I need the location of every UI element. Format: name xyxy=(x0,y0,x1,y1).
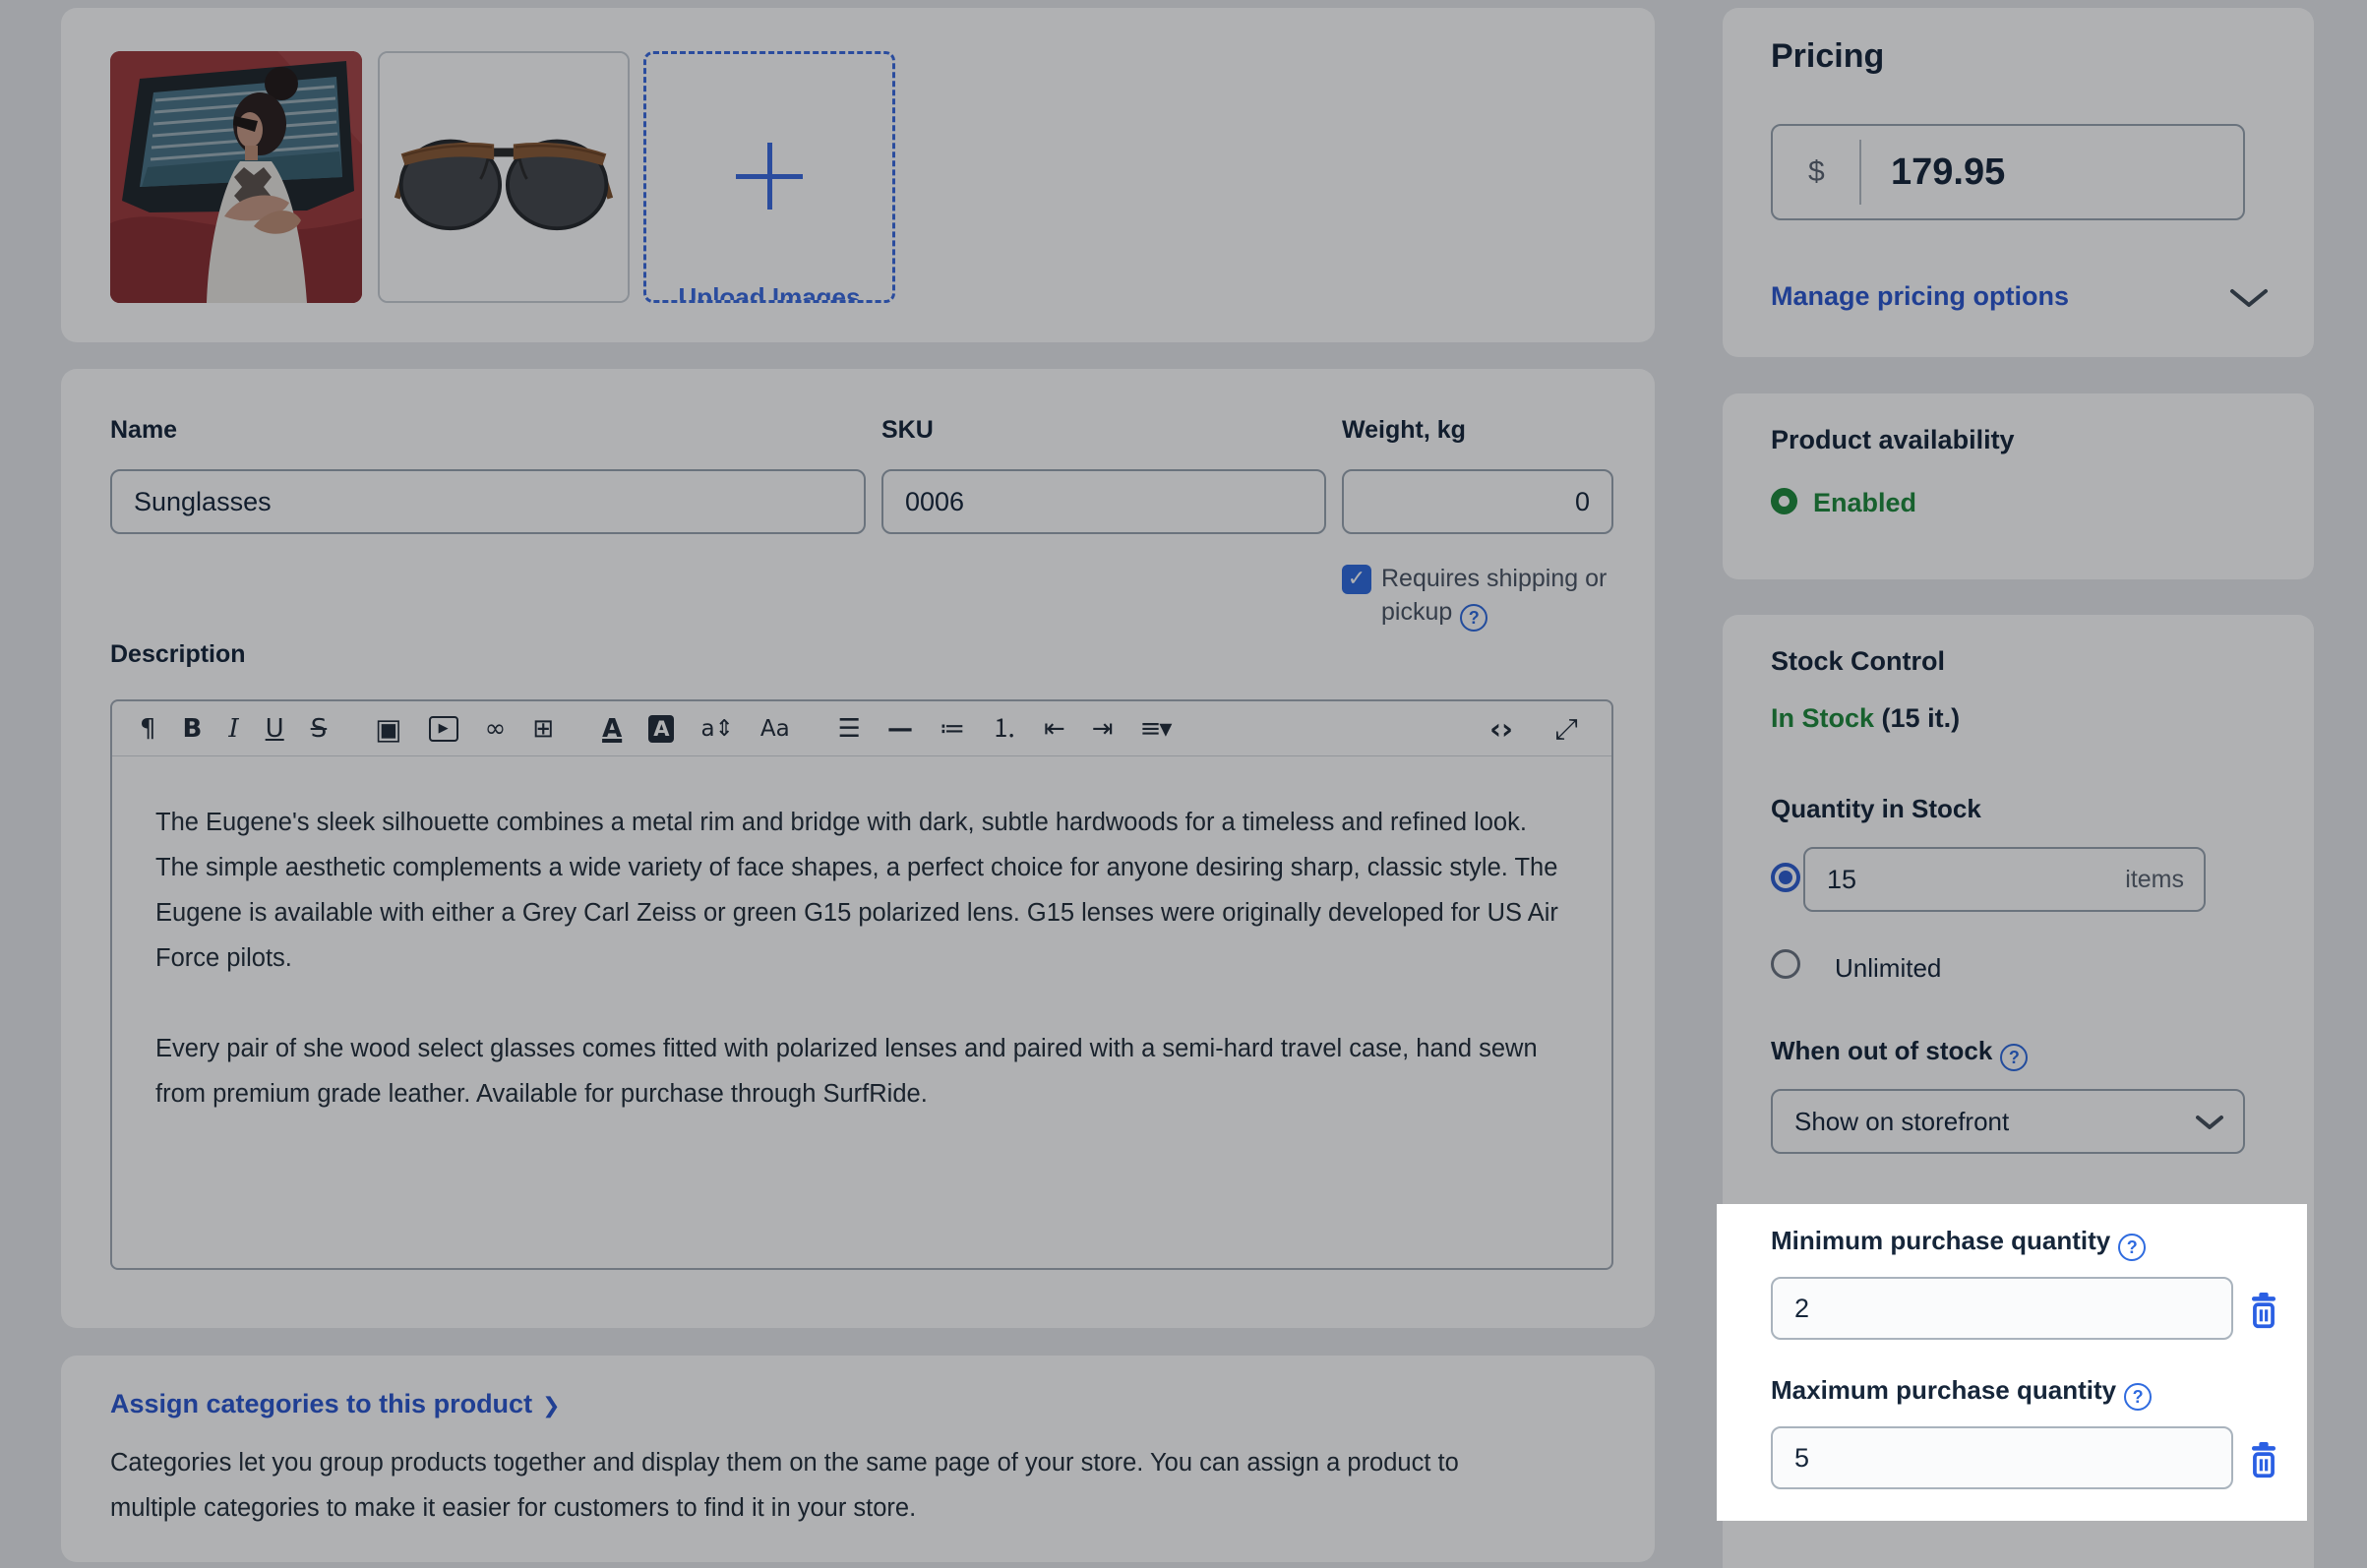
minimum-purchase-input[interactable] xyxy=(1771,1277,2233,1340)
product-editor-page: Upload Images Name SKU Weight, kg ✓ Requ… xyxy=(0,0,2367,1568)
help-icon[interactable]: ? xyxy=(2118,1234,2147,1261)
maximum-purchase-input[interactable] xyxy=(1771,1426,2233,1489)
minimum-purchase-quantity-label: Minimum purchase quantity? xyxy=(1771,1226,2147,1261)
trash-icon xyxy=(2252,1442,2276,1478)
delete-maximum-button[interactable] xyxy=(2248,1440,2285,1479)
maximum-purchase-quantity-label: Maximum purchase quantity? xyxy=(1771,1375,2153,1411)
help-icon[interactable]: ? xyxy=(2124,1383,2153,1411)
purchase-quantity-spotlight: Minimum purchase quantity? Maximum purch… xyxy=(1717,1204,2307,1521)
trash-icon xyxy=(2252,1293,2276,1329)
delete-minimum-button[interactable] xyxy=(2248,1291,2285,1330)
